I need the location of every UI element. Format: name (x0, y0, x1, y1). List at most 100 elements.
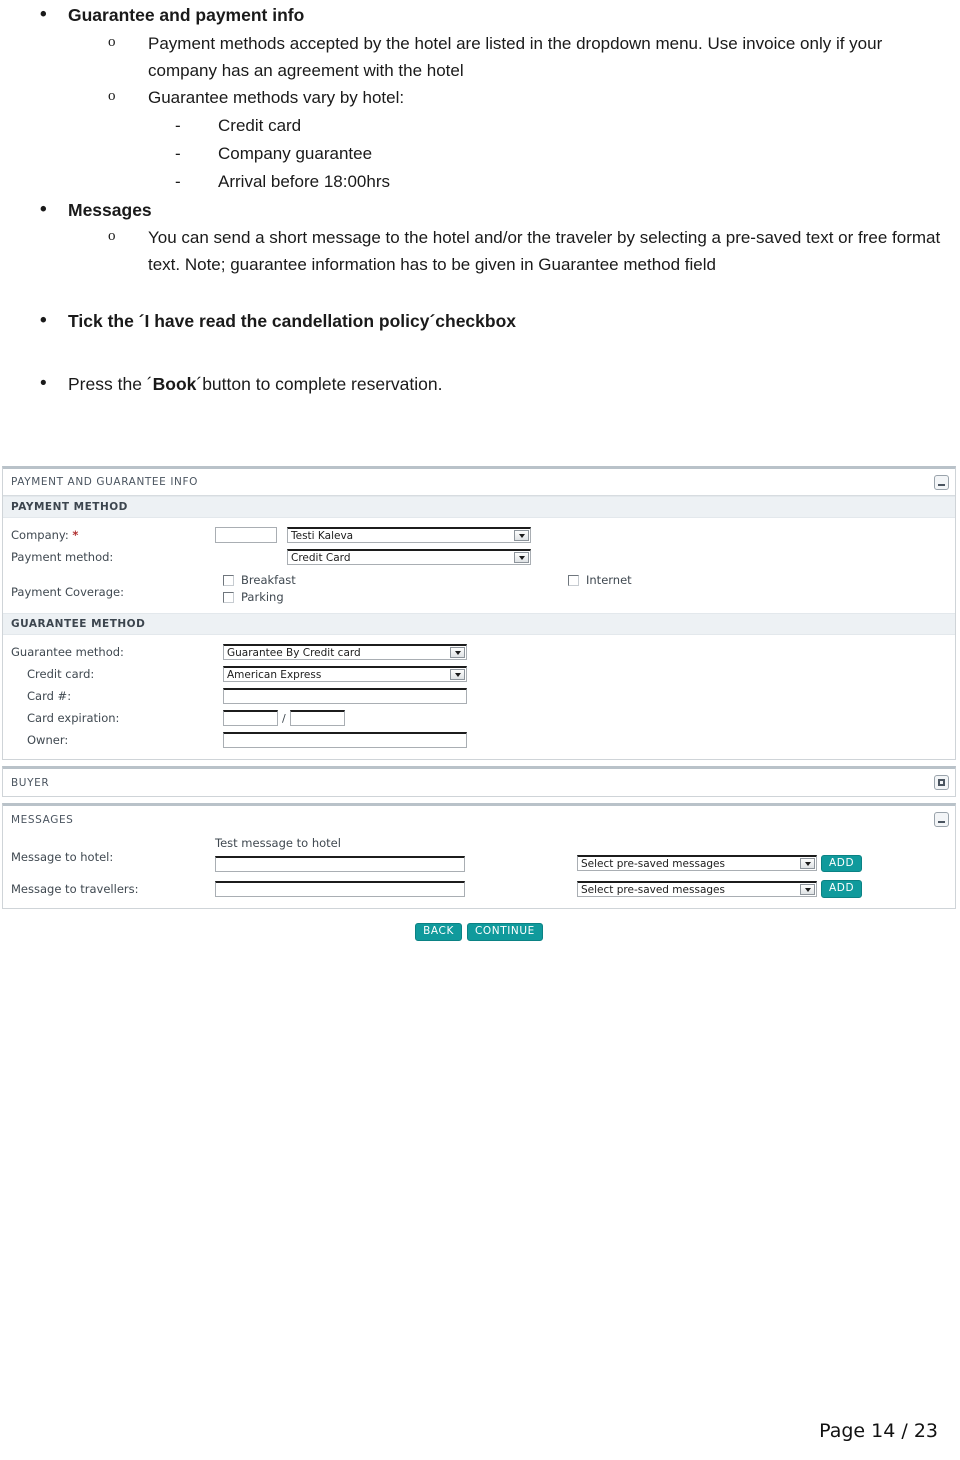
list-item: o Payment methods accepted by the hotel … (0, 31, 950, 85)
message-to-hotel-row: Message to hotel: Test message to hotel … (3, 835, 955, 873)
message-to-hotel-input[interactable] (215, 856, 465, 872)
minimize-icon[interactable] (934, 474, 949, 490)
list-item-text: Company guarantee (218, 144, 373, 164)
card-expiration-row: Card expiration: / (3, 707, 955, 729)
chevron-down-icon[interactable] (514, 530, 529, 541)
credit-card-row: Credit card: American Express (3, 663, 955, 685)
card-number-row: Card #: (3, 685, 955, 707)
page-footer: Page 14 / 23 (819, 1420, 938, 1442)
payment-method-value: Credit Card (291, 551, 351, 564)
bullet-glyph: - (175, 116, 181, 136)
guarantee-method-select[interactable]: Guarantee By Credit card (223, 644, 467, 660)
payment-panel-title: PAYMENT AND GUARANTEE INFO (11, 476, 198, 488)
credit-card-select[interactable]: American Express (223, 666, 467, 682)
payment-method-select[interactable]: Credit Card (287, 549, 531, 565)
payment-panel-header: PAYMENT AND GUARANTEE INFO (3, 469, 955, 496)
list-item: - Company guarantee (0, 141, 950, 168)
bullet-glyph: o (108, 33, 116, 50)
bullet-glyph: • (40, 310, 47, 332)
messages-panel-header: MESSAGES (3, 806, 955, 833)
list-item: • Messages (0, 197, 950, 225)
payment-coverage-label: Payment Coverage: (11, 585, 124, 599)
guarantee-method-section-header: GUARANTEE METHOD (3, 613, 955, 635)
card-number-label: Card #: (27, 689, 72, 703)
restore-icon[interactable] (934, 775, 949, 790)
message-to-travellers-label: Message to travellers: (11, 882, 139, 896)
guarantee-method-fields: Guarantee method: Guarantee By Credit ca… (3, 635, 955, 759)
company-row: Company: * Testi Kaleva (3, 524, 955, 546)
travellers-presaved-value: Select pre-saved messages (581, 883, 725, 896)
press-book-instruction: • Press the ´Book´button to complete res… (0, 371, 950, 399)
tick-checkbox-instruction: • Tick the ´I have read the candellation… (0, 308, 950, 336)
list-item-text: Credit card (218, 116, 302, 136)
card-expiration-month-input[interactable] (223, 710, 278, 726)
bullet-glyph: • (40, 4, 47, 25)
company-select[interactable]: Testi Kaleva (287, 527, 531, 543)
company-select-value: Testi Kaleva (291, 529, 354, 542)
tick-instruction-text: Tick the ´I have read the candellation p… (68, 311, 517, 332)
chevron-down-icon[interactable] (800, 858, 815, 870)
guarantee-method-heading: GUARANTEE METHOD (11, 618, 146, 630)
card-expiration-year-input[interactable] (289, 710, 345, 726)
payment-and-guarantee-panel: PAYMENT AND GUARANTEE INFO PAYMENT METHO… (2, 466, 956, 760)
company-code-input[interactable] (215, 527, 277, 543)
chevron-down-icon[interactable] (800, 884, 815, 895)
credit-card-label: Credit card: (27, 667, 95, 681)
credit-card-value: American Express (227, 668, 322, 681)
back-button[interactable]: BACK (415, 923, 462, 941)
checkbox-icon[interactable] (568, 574, 579, 586)
bullet-glyph: - (175, 171, 181, 191)
guarantee-method-row: Guarantee method: Guarantee By Credit ca… (3, 641, 955, 663)
checkbox-icon[interactable] (223, 574, 234, 586)
message-to-travellers-input[interactable] (215, 881, 465, 897)
coverage-option-breakfast[interactable]: Breakfast (223, 573, 568, 587)
owner-input[interactable] (223, 732, 467, 748)
list-item-text: Payment methods accepted by the hotel ar… (148, 33, 883, 80)
guarantee-method-value: Guarantee By Credit card (227, 646, 361, 659)
travellers-presaved-select[interactable]: Select pre-saved messages (577, 881, 817, 897)
coverage-option-parking[interactable]: Parking (223, 590, 568, 604)
payment-method-fields: Company: * Testi Kaleva Payment method: … (3, 518, 955, 613)
hotel-presaved-select[interactable]: Select pre-saved messages (577, 855, 817, 872)
messages-fields: Message to hotel: Test message to hotel … (3, 833, 955, 908)
minimize-icon[interactable] (934, 812, 949, 827)
messages-panel: MESSAGES Message to hotel: Test message … (2, 803, 956, 909)
owner-label: Owner: (27, 733, 69, 747)
chevron-down-icon[interactable] (450, 669, 465, 680)
bullet-glyph: • (40, 198, 47, 220)
message-to-hotel-label: Message to hotel: (11, 850, 114, 864)
checkbox-icon[interactable] (223, 591, 234, 603)
list-item: o You can send a short message to the ho… (0, 225, 950, 279)
continue-button[interactable]: CONTINUE (466, 923, 543, 941)
press-instruction-pre: Press the ´ (68, 373, 153, 394)
company-label-text: Company: (11, 528, 69, 542)
application-screenshot: PAYMENT AND GUARANTEE INFO PAYMENT METHO… (2, 466, 956, 941)
hotel-add-button[interactable]: ADD (821, 854, 863, 872)
list-item: o Guarantee methods vary by hotel: (0, 85, 950, 112)
bullet-glyph: - (175, 144, 181, 164)
bullet-glyph: o (108, 88, 116, 105)
coverage-option-internet[interactable]: Internet (568, 573, 632, 587)
message-to-travellers-row: Message to travellers: Select pre-saved … (3, 878, 955, 900)
guarantee-method-label: Guarantee method: (11, 645, 124, 659)
chevron-down-icon[interactable] (514, 552, 529, 563)
chevron-down-icon[interactable] (450, 647, 465, 658)
list-item-text: You can send a short message to the hote… (148, 228, 941, 275)
travellers-add-button[interactable]: ADD (821, 880, 863, 898)
document-body: • Guarantee and payment info o Payment m… (0, 0, 960, 398)
coverage-option-label: Breakfast (241, 573, 296, 587)
card-number-input[interactable] (223, 688, 467, 704)
owner-row: Owner: (3, 729, 955, 751)
card-expiration-separator: / (282, 711, 286, 725)
messages-panel-title: MESSAGES (11, 813, 74, 826)
list-item-text: Messages (68, 199, 152, 220)
payment-coverage-row: Payment Coverage: Breakfast Parking Inte… (3, 572, 955, 605)
bullet-glyph: • (40, 372, 47, 394)
list-item: • Guarantee and payment info (0, 2, 950, 30)
bullet-glyph: o (108, 228, 116, 245)
payment-method-label: Payment method: (11, 550, 114, 564)
buyer-panel: BUYER (2, 766, 956, 797)
list-item: - Credit card (0, 113, 950, 140)
